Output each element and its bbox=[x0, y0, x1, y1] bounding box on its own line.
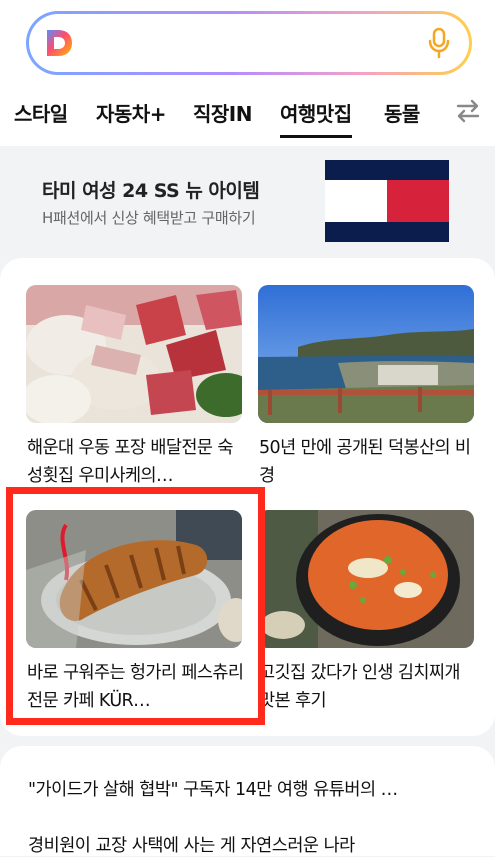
sashimi-image bbox=[26, 285, 242, 423]
coastline-image bbox=[258, 285, 474, 423]
grid-caption-4[interactable]: 고깃집 갔다가 인생 김치찌개 맛본 후기 bbox=[259, 659, 479, 715]
category-tabs: 스타일 자동차+ 직장IN 여행맛집 동물 bbox=[0, 88, 495, 144]
news-list: "가이드가 살해 협박" 구독자 14만 여행 유튜버의 … 경비원이 교장 사… bbox=[0, 746, 495, 856]
tab-cars[interactable]: 자동차+ bbox=[96, 98, 166, 127]
ad-subtitle: H패션에서 신상 혜택받고 구매하기 bbox=[42, 209, 256, 227]
daum-logo-icon bbox=[47, 30, 72, 56]
tab-travel-food[interactable]: 여행맛집 bbox=[280, 98, 352, 138]
search-bar[interactable] bbox=[26, 11, 472, 75]
grid-thumb-stew[interactable] bbox=[258, 510, 474, 648]
grid-caption-1[interactable]: 해운대 우동 포장 배달전문 숙성횟집 우미사케의… bbox=[27, 434, 247, 490]
kimchi-stew-image bbox=[258, 510, 474, 648]
grid-thumb-coast[interactable] bbox=[258, 285, 474, 423]
top-header: 스타일 자동차+ 직장IN 여행맛집 동물 bbox=[0, 0, 495, 146]
brand-flag-logo bbox=[325, 160, 449, 242]
microphone-icon[interactable] bbox=[427, 27, 451, 59]
tab-work[interactable]: 직장IN bbox=[193, 98, 252, 127]
tab-style[interactable]: 스타일 bbox=[14, 98, 68, 127]
ad-banner[interactable]: 타미 여성 24 SS 뉴 아이템 H패션에서 신상 혜택받고 구매하기 bbox=[0, 146, 495, 254]
tab-animals[interactable]: 동물 bbox=[384, 98, 420, 127]
grid-caption-2[interactable]: 50년 만에 공개된 덕봉산의 비경 bbox=[259, 434, 479, 490]
grid-thumb-sashimi[interactable] bbox=[26, 285, 242, 423]
list-item[interactable]: "가이드가 살해 협박" 구독자 14만 여행 유튜버의 … bbox=[28, 776, 398, 801]
swap-arrows-icon bbox=[456, 99, 480, 123]
list-item[interactable]: 경비원이 교장 사택에 사는 게 자연스러운 나라 bbox=[28, 832, 355, 857]
ad-title: 타미 여성 24 SS 뉴 아이템 bbox=[42, 180, 260, 202]
search-input[interactable] bbox=[29, 14, 469, 72]
selection-highlight-box bbox=[6, 487, 265, 725]
tab-settings-button[interactable] bbox=[435, 88, 495, 138]
